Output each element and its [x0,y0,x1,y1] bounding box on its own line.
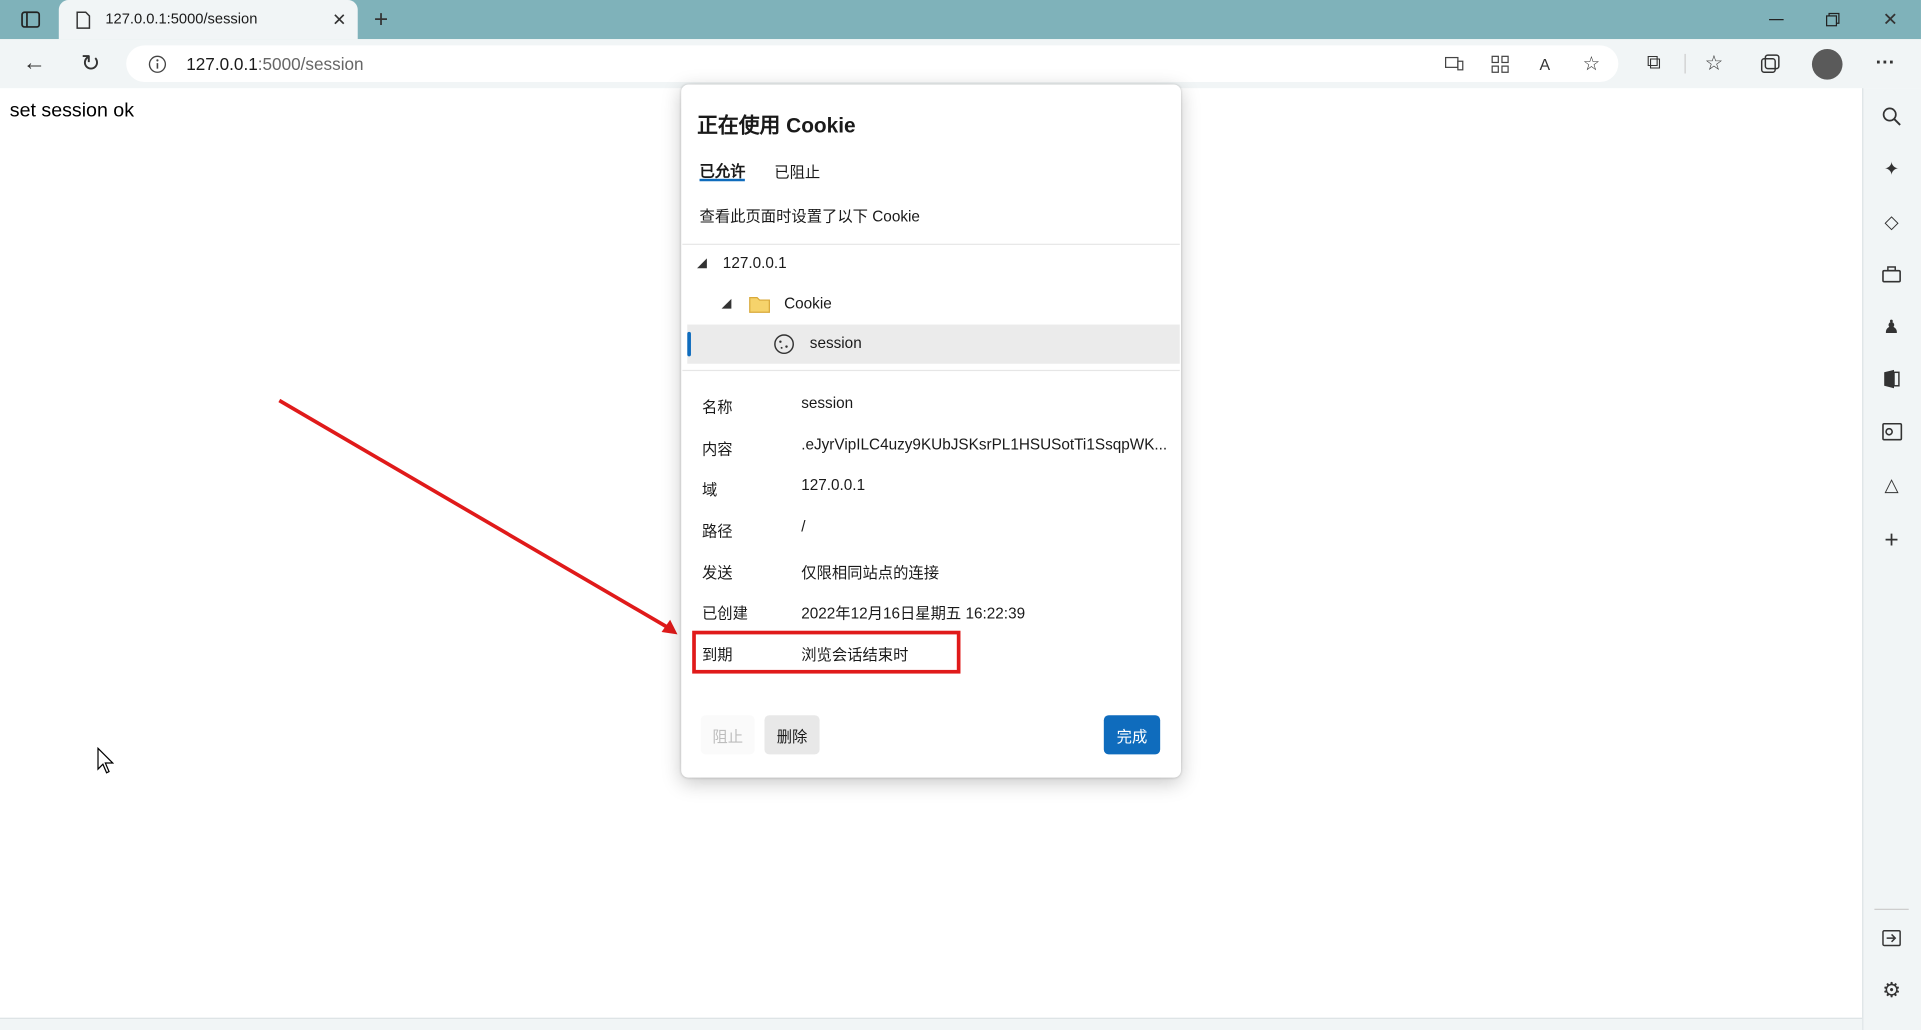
dialog-title: 正在使用 Cookie [697,113,856,138]
detail-name-label: 名称 [701,399,733,417]
detail-name-value: session [801,394,854,412]
sidebar-office-icon[interactable] [1879,366,1904,390]
annotation-highlight-box [692,630,961,674]
sidebar-games-icon[interactable]: ♟ [1879,315,1904,339]
tab-allowed[interactable]: 已允许 [700,158,746,181]
sidebar-divider [1874,908,1909,910]
folder-icon [749,295,771,319]
expand-folder-icon[interactable] [721,298,732,309]
tree-cookie-item[interactable]: session [810,334,862,351]
sidebar-search-icon[interactable] [1879,104,1904,128]
done-button[interactable]: 完成 [1103,715,1161,755]
hide-sidebar-icon[interactable] [1879,926,1904,950]
cookie-dialog [681,84,1181,778]
sidebar-add-icon[interactable]: + [1879,526,1904,554]
tree-folder[interactable]: Cookie [784,295,832,312]
tab-blocked[interactable]: 已阻止 [774,159,820,182]
detail-content-value: .eJyrVipILC4uzy9KUbJSKsrPL1HSUSotTi1Ssqp… [801,435,1168,454]
sidebar-drop-icon[interactable]: △ [1879,473,1904,497]
detail-content-label: 内容 [701,440,733,459]
tree-divider-bottom [682,369,1180,372]
dialog-description: 查看此页面时设置了以下 Cookie [699,208,920,226]
sidebar-outlook-icon[interactable] [1879,419,1904,443]
tab-allowed-underline [699,178,745,182]
status-bar [0,1017,1863,1030]
selection-indicator [687,331,691,357]
tree-selected-row[interactable] [687,324,1180,364]
tree-divider-top [682,243,1180,245]
delete-button[interactable]: 删除 [764,715,820,755]
detail-path-label: 路径 [701,522,733,541]
detail-domain-label: 域 [701,481,718,499]
sidebar-tools-icon[interactable] [1879,262,1904,286]
detail-domain-value: 127.0.0.1 [801,476,866,494]
sidebar-shopping-icon[interactable]: ◇ [1879,209,1904,233]
detail-path-value: / [801,518,806,536]
tree-host[interactable]: 127.0.0.1 [723,255,787,272]
detail-created-value: 2022年12月16日星期五 16:22:39 [801,605,1026,623]
cookie-icon [773,333,795,361]
detail-send-value: 仅限相同站点的连接 [801,564,940,582]
detail-created-label: 已创建 [701,605,748,623]
sidebar-settings-icon[interactable]: ⚙ [1879,979,1904,1003]
detail-send-label: 发送 [701,564,733,582]
block-button[interactable]: 阻止 [700,715,755,755]
mouse-cursor-icon [97,747,114,774]
sidebar-copilot-icon[interactable]: ✦ [1879,157,1904,181]
expand-host-icon[interactable] [697,258,707,269]
